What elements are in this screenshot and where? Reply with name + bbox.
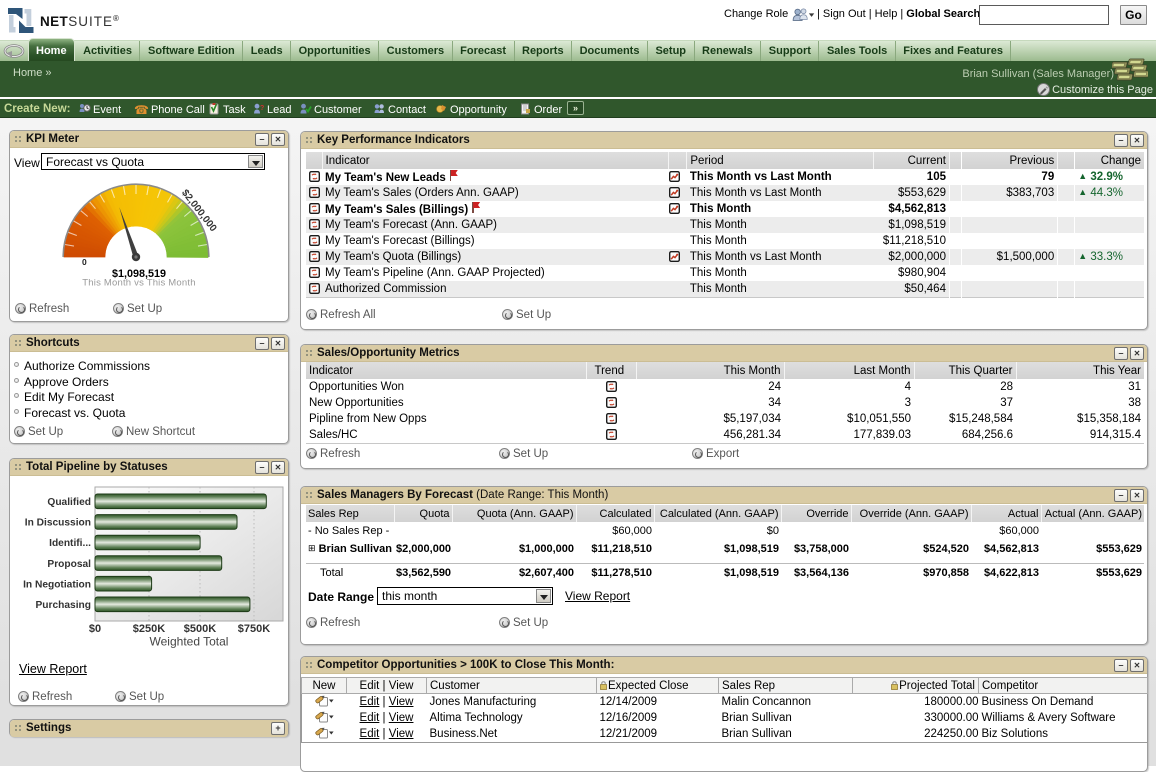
svg-text:$500K: $500K [184,623,216,635]
svg-text:Qualified: Qualified [47,497,91,508]
svg-text:$0: $0 [89,623,101,635]
svg-text:$750K: $750K [238,623,270,635]
svg-text:Weighted Total: Weighted Total [150,635,229,649]
svg-text:?: ? [260,105,264,112]
svg-text:0: 0 [82,257,87,267]
svg-text:Proposal: Proposal [47,559,91,570]
svg-text:Identifi...: Identifi... [49,538,91,549]
svg-text:$250K: $250K [133,623,165,635]
svg-text:Purchasing: Purchasing [36,600,91,611]
svg-text:This Month vs This Month: This Month vs This Month [82,278,195,289]
svg-text:In Discussion: In Discussion [25,518,91,529]
svg-text:In Negotiation: In Negotiation [23,579,91,590]
